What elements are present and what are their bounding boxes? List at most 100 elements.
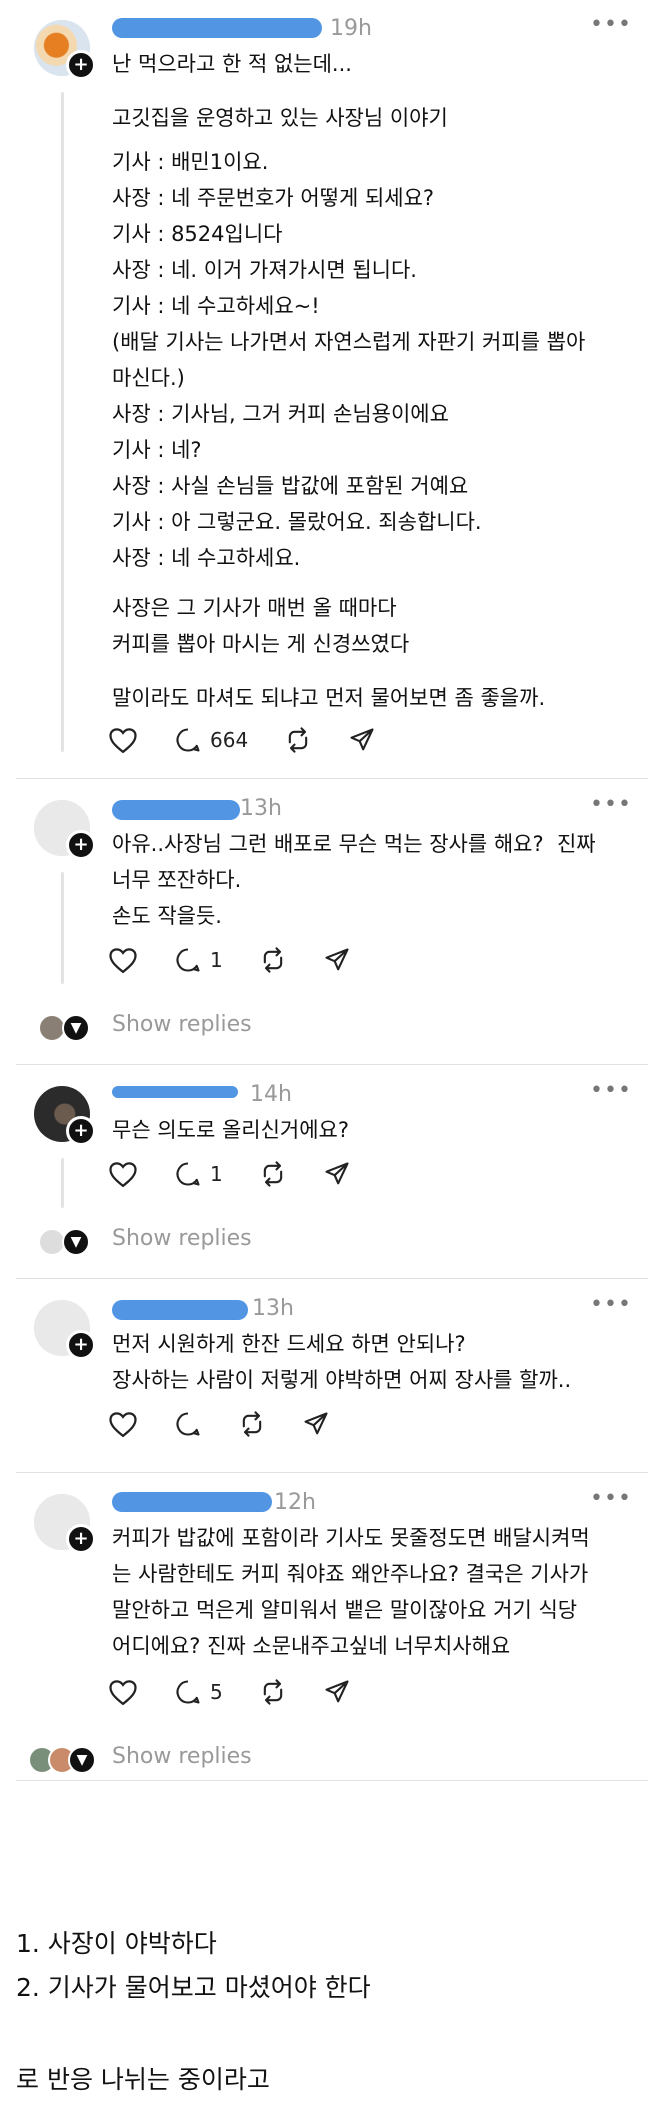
comment-button[interactable]: 1 [174, 946, 223, 974]
username-redacted [112, 1492, 272, 1512]
share-button[interactable] [323, 1678, 351, 1706]
chevron-down-icon[interactable]: ▼ [68, 1746, 96, 1774]
divider [16, 1278, 648, 1279]
show-replies-link[interactable]: Show replies [112, 1012, 252, 1037]
reply-actions: 1 [108, 946, 387, 974]
dialogue-line: 사장 : 네. 이거 가져가시면 됩니다. [112, 258, 417, 282]
post-time: 19h [330, 16, 372, 41]
reply-text-line: 는 사람한테도 커피 줘야죠 왜안주나요? 결국은 기사가 [112, 1562, 589, 1586]
comment-icon [176, 1412, 200, 1436]
like-button[interactable] [108, 726, 138, 754]
follow-plus-icon[interactable]: + [66, 830, 96, 860]
reply-actions [108, 1410, 366, 1438]
more-icon[interactable]: ••• [590, 12, 632, 37]
reply-actions: 1 [108, 1160, 387, 1188]
dialogue-line: 사장 : 기사님, 그거 커피 손님용이에요 [112, 402, 449, 426]
summary-line-2: 2. 기사가 물어보고 마셨어야 한다 [16, 1973, 371, 2002]
post-para2-line2: 커피를 뽑아 마시는 게 신경쓰였다 [112, 632, 410, 656]
reply-text-line: 장사하는 사람이 저렇게 야박하면 어찌 장사를 할까.. [112, 1368, 572, 1392]
reply-time: 12h [274, 1490, 316, 1515]
divider [16, 1472, 648, 1473]
repost-button[interactable] [238, 1410, 266, 1438]
repost-button[interactable] [259, 1160, 287, 1188]
dialogue-line: (배달 기사는 나가면서 자연스럽게 자판기 커피를 뽑아 [112, 330, 586, 354]
share-button[interactable] [348, 726, 376, 754]
more-icon[interactable]: ••• [590, 792, 632, 817]
username-redacted [112, 1086, 238, 1098]
heart-icon [109, 728, 137, 754]
follow-plus-icon[interactable]: + [66, 1116, 96, 1146]
repost-button[interactable] [284, 726, 312, 754]
reply-text-line: 너무 쪼잔하다. [112, 868, 242, 892]
reply-avatar[interactable]: + [34, 1494, 96, 1554]
comment-button[interactable]: 1 [174, 1160, 223, 1188]
reply-text-line: 먼저 시원하게 한잔 드세요 하면 안되나? [112, 1332, 466, 1356]
share-icon [325, 1162, 349, 1185]
share-button[interactable] [323, 1160, 351, 1188]
like-button[interactable] [108, 946, 138, 974]
comment-icon [176, 728, 200, 752]
main-post-avatar[interactable]: + [34, 20, 96, 80]
reply-time: 14h [250, 1082, 292, 1107]
repost-icon [288, 727, 308, 753]
repost-icon [263, 947, 282, 973]
reply-avatar[interactable]: + [34, 1086, 96, 1146]
reply-avatar[interactable]: + [34, 800, 96, 860]
more-icon[interactable]: ••• [590, 1078, 632, 1103]
share-button[interactable] [302, 1410, 330, 1438]
heart-icon [109, 1162, 137, 1188]
more-icon[interactable]: ••• [590, 1486, 632, 1511]
comment-button[interactable]: 664 [174, 726, 248, 754]
follow-plus-icon[interactable]: + [66, 1524, 96, 1554]
comment-button[interactable]: 5 [174, 1678, 223, 1706]
dialogue-line: 기사 : 아 그렇군요. 몰랐어요. 죄송합니다. [112, 510, 482, 534]
like-button[interactable] [108, 1678, 138, 1706]
dialogue-line: 기사 : 네 수고하세요~! [112, 294, 320, 318]
repost-icon [263, 1679, 282, 1705]
comment-count: 1 [210, 948, 223, 972]
summary-line-3: 로 반응 나뉘는 중이라고 [16, 2065, 270, 2094]
more-icon[interactable]: ••• [590, 1292, 632, 1317]
show-replies-link[interactable]: Show replies [112, 1744, 252, 1769]
heart-icon [109, 1680, 137, 1706]
repost-button[interactable] [259, 946, 287, 974]
heart-icon [109, 1412, 137, 1438]
like-button[interactable] [108, 1160, 138, 1188]
repost-button[interactable] [259, 1678, 287, 1706]
chevron-down-icon[interactable]: ▼ [62, 1014, 90, 1042]
dialogue-line: 사장 : 네 주문번호가 어떻게 되세요? [112, 186, 435, 210]
reply-text-line: 말안하고 먹은게 얄미워서 뱉은 말이잖아요 거기 식당 [112, 1598, 578, 1622]
reply-actions: 5 [108, 1678, 387, 1706]
chevron-down-icon[interactable]: ▼ [62, 1228, 90, 1256]
divider [16, 778, 648, 779]
like-button[interactable] [108, 1410, 138, 1438]
dialogue-line: 사장 : 네 수고하세요. [112, 546, 301, 570]
follow-plus-icon[interactable]: + [66, 1330, 96, 1360]
share-button[interactable] [323, 946, 351, 974]
reply-text-line: 아유..사장님 그런 배포로 무슨 먹는 장사를 해요? 진짜 [112, 832, 596, 856]
share-icon [325, 1680, 349, 1703]
post-dialogue: 기사 : 배민1이요. 사장 : 네 주문번호가 어떻게 되세요? 기사 : 8… [112, 144, 585, 576]
post-actions: 664 [108, 726, 412, 754]
post-title: 난 먹으라고 한 적 없는데... [112, 52, 352, 76]
dialogue-line: 기사 : 8524입니다 [112, 222, 283, 246]
username-redacted [112, 18, 322, 38]
reply-text-line: 무슨 의도로 올리신거에요? [112, 1118, 350, 1142]
dialogue-line: 사장 : 사실 손님들 밥값에 포함된 거예요 [112, 474, 469, 498]
post-para2-line1: 사장은 그 기사가 매번 올 때마다 [112, 596, 397, 620]
heart-icon [109, 948, 137, 974]
repost-icon [263, 1161, 282, 1187]
comment-button[interactable] [174, 1410, 202, 1438]
divider [16, 1064, 648, 1065]
username-redacted [112, 1300, 248, 1320]
reply-time: 13h [240, 796, 282, 821]
comment-count: 1 [210, 1162, 223, 1186]
reply-text-line: 어디에요? 진짜 소문내주고싶네 너무치사해요 [112, 1634, 511, 1658]
comment-count: 664 [210, 728, 249, 752]
reply-avatar[interactable]: + [34, 1300, 96, 1360]
follow-plus-icon[interactable]: + [66, 50, 96, 80]
share-icon [350, 728, 374, 751]
repost-icon [242, 1411, 262, 1437]
show-replies-link[interactable]: Show replies [112, 1226, 252, 1251]
reply-time: 13h [252, 1296, 294, 1321]
